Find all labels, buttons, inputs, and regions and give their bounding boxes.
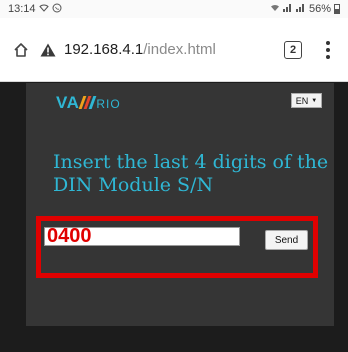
- status-time-group: 13:14: [8, 3, 62, 16]
- page-content: VA RIO EN ▼ Insert the last 4 digits of …: [0, 83, 348, 352]
- serial-prompt: Insert the last 4 digits of the DIN Modu…: [53, 151, 329, 196]
- logo-part-2: RIO: [96, 97, 121, 111]
- cell-signal-2-icon: [295, 3, 306, 15]
- home-icon: [14, 42, 28, 57]
- home-button[interactable]: [4, 33, 38, 67]
- url-host: 192.168.4.1: [64, 41, 144, 58]
- address-bar[interactable]: 192.168.4.1/index.html: [40, 41, 216, 58]
- menu-dot-icon: [326, 47, 330, 52]
- tab-switcher-button[interactable]: 2: [284, 40, 302, 59]
- warning-icon: [40, 43, 56, 56]
- battery-percent: 56%: [308, 3, 331, 15]
- menu-dot-icon: [326, 40, 330, 45]
- status-right-group: 56%: [270, 3, 340, 15]
- language-value: EN: [295, 95, 309, 106]
- whatsapp-icon: [52, 3, 62, 16]
- url-path: /index.html: [143, 41, 216, 58]
- wifi-signal-icon: [270, 3, 280, 15]
- dropdown-caret-icon: ▼: [311, 97, 318, 104]
- varrio-logo: VA RIO: [56, 93, 121, 113]
- overflow-menu-button[interactable]: [316, 35, 340, 65]
- menu-dot-icon: [326, 54, 330, 59]
- serial-input[interactable]: [44, 227, 240, 246]
- cell-signal-icon: [282, 3, 293, 15]
- battery-icon: [334, 4, 340, 14]
- wifi-icon: [38, 3, 49, 15]
- logo-bars-icon: [78, 96, 97, 109]
- login-panel: VA RIO EN ▼ Insert the last 4 digits of …: [26, 83, 334, 326]
- status-bar: 13:14 56%: [0, 0, 348, 18]
- logo-part-1: VA: [56, 93, 80, 112]
- send-button[interactable]: Send: [265, 230, 308, 250]
- status-time: 13:14: [8, 3, 36, 15]
- browser-toolbar: 192.168.4.1/index.html 2: [0, 18, 348, 82]
- language-select[interactable]: EN ▼: [291, 93, 322, 108]
